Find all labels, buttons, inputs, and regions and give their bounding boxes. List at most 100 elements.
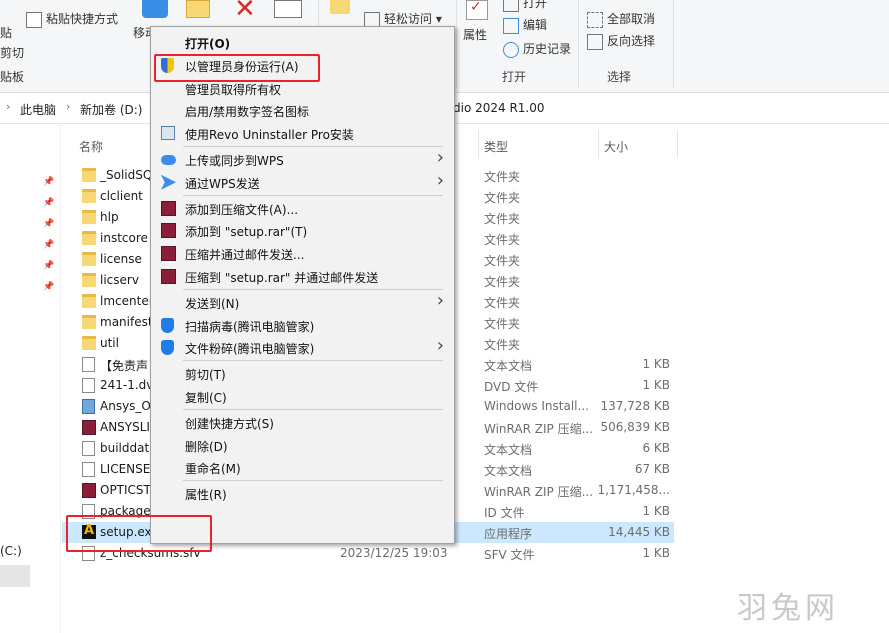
- paste-shortcut-button[interactable]: 粘贴快捷方式: [26, 10, 118, 28]
- menu-item[interactable]: 使用Revo Uninstaller Pro安装: [151, 122, 454, 144]
- menu-item[interactable]: 创建快捷方式(S): [151, 411, 454, 433]
- winrar-icon: [82, 483, 96, 498]
- folder-icon: [82, 231, 96, 245]
- menu-item-label: 打开(O): [185, 37, 231, 51]
- cut-button-partial[interactable]: 剪切: [0, 44, 24, 61]
- file-name: LICENSE: [100, 462, 151, 476]
- menu-item[interactable]: 文件粉碎(腾讯电脑管家) ›: [151, 335, 454, 358]
- menu-item[interactable]: 复制(C): [151, 385, 454, 407]
- menu-item[interactable]: 压缩到 "setup.rar" 并通过邮件发送: [151, 265, 454, 287]
- column-header-size[interactable]: 大小: [604, 138, 628, 155]
- history-button[interactable]: 历史记录: [503, 40, 571, 58]
- invert-selection-icon: [587, 33, 603, 50]
- pin-icon: 📌: [43, 282, 55, 292]
- pin-icon: 📌: [43, 240, 55, 250]
- menu-item[interactable]: 发送到(N) ›: [151, 290, 454, 313]
- menu-item[interactable]: 属性(R): [151, 482, 454, 504]
- menu-item[interactable]: 添加到压缩文件(A)...: [151, 197, 454, 219]
- menu-item[interactable]: 通过WPS发送 ›: [151, 170, 454, 193]
- file-name: manifest: [100, 315, 153, 329]
- menu-separator: [183, 288, 443, 290]
- easy-access-button[interactable]: 轻松访问 ▾: [364, 10, 442, 28]
- file-type: DVD 文件: [484, 380, 539, 394]
- menu-item-label: 添加到 "setup.rar"(T): [185, 225, 308, 240]
- file-name: util: [100, 336, 119, 350]
- menu-item[interactable]: 上传或同步到WPS ›: [151, 147, 454, 170]
- rename-icon[interactable]: [274, 0, 302, 18]
- menu-item[interactable]: 压缩并通过邮件发送...: [151, 242, 454, 264]
- file-date: 2023/12/25 19:03: [340, 546, 448, 560]
- open-icon: [503, 0, 519, 12]
- file-name: license: [100, 252, 142, 266]
- menu-item-label: 添加到压缩文件(A)...: [185, 202, 299, 217]
- file-name: hlp: [100, 210, 119, 224]
- file-size: 506,839 KB: [600, 420, 670, 434]
- open-button[interactable]: 打开: [503, 0, 547, 12]
- menu-item[interactable]: 剪切(T): [151, 362, 454, 384]
- menu-item-label: 创建快捷方式(S): [185, 416, 274, 431]
- menu-item-label: 删除(D): [185, 439, 228, 454]
- pin-icon: 📌: [43, 261, 55, 271]
- file-size: 137,728 KB: [600, 399, 670, 413]
- winrar-icon: [161, 246, 176, 262]
- text-file-icon: [82, 357, 95, 372]
- menu-item-label: 通过WPS发送: [185, 176, 260, 191]
- invert-selection-button[interactable]: 反向选择: [587, 32, 655, 50]
- file-type: 文件夹: [484, 317, 521, 331]
- edit-button[interactable]: 编辑: [503, 16, 547, 34]
- tencent-shield-icon: [161, 317, 174, 333]
- column-header-name[interactable]: 名称: [79, 138, 103, 155]
- folder-icon: [82, 294, 96, 308]
- menu-item[interactable]: 重命名(M): [151, 456, 454, 478]
- menu-item[interactable]: 扫描病毒(腾讯电脑管家): [151, 314, 454, 336]
- menu-separator: [183, 194, 443, 196]
- menu-item[interactable]: 启用/禁用数字签名图标: [151, 99, 454, 121]
- file-type: WinRAR ZIP 压缩...: [484, 422, 594, 436]
- file-name: _SolidSQ: [100, 168, 153, 182]
- menu-item[interactable]: 添加到 "setup.rar"(T): [151, 219, 454, 241]
- paste-button-partial[interactable]: 贴: [0, 24, 12, 41]
- file-size: 1 KB: [642, 357, 670, 371]
- menu-item-label: 管理员取得所有权: [185, 82, 282, 97]
- file-type: ID 文件: [484, 506, 525, 520]
- menu-item-label: 扫描病毒(腾讯电脑管家): [185, 319, 315, 334]
- highlight-run-as-admin: [154, 54, 320, 82]
- move-to-icon: [142, 0, 168, 18]
- column-header-type[interactable]: 类型: [484, 138, 508, 155]
- file-size: 1,171,458...: [597, 483, 670, 497]
- file-type: WinRAR ZIP 压缩...: [484, 485, 594, 499]
- folder-icon: [82, 252, 96, 266]
- pin-icon: 📌: [43, 177, 55, 187]
- menu-item[interactable]: 删除(D): [151, 434, 454, 456]
- paste-shortcut-icon: [26, 11, 42, 28]
- context-menu: 打开(O) 以管理员身份运行(A) 管理员取得所有权 启用/禁用数字签名图标 使用Rev…: [150, 26, 455, 544]
- breadcrumb-current-folder[interactable]: dio 2024 R1.00: [453, 101, 545, 115]
- breadcrumb-drive-d[interactable]: 新加卷 (D:): [80, 101, 142, 118]
- menu-separator: [183, 360, 443, 362]
- text-file-icon: [82, 378, 95, 393]
- breadcrumb-this-pc[interactable]: 此电脑: [20, 101, 56, 118]
- revo-icon: [161, 126, 175, 141]
- file-size: 1 KB: [642, 504, 670, 518]
- properties-button[interactable]: 属性: [463, 26, 487, 43]
- clipboard-group-label: 贴板: [0, 70, 25, 84]
- menu-item-label: 压缩并通过邮件发送...: [185, 248, 305, 263]
- pin-icon: 📌: [43, 219, 55, 229]
- open-group-label: 打开: [502, 70, 527, 84]
- new-folder-icon[interactable]: [330, 0, 350, 14]
- select-none-button[interactable]: 全部取消: [587, 10, 655, 28]
- menu-item[interactable]: 打开(O): [151, 31, 454, 53]
- chevron-right-icon: ›: [6, 100, 11, 113]
- file-name: ANSYSLI: [100, 420, 150, 434]
- file-type: 文件夹: [484, 296, 521, 310]
- menu-item-label: 复制(C): [185, 391, 227, 405]
- delete-icon[interactable]: ✕: [234, 0, 256, 22]
- winrar-icon: [161, 200, 176, 216]
- file-type: 文本文档: [484, 359, 533, 373]
- nav-selected-item[interactable]: [0, 565, 30, 587]
- text-file-icon: [82, 441, 95, 456]
- file-type: 文件夹: [484, 170, 521, 184]
- copy-to-icon[interactable]: [186, 0, 210, 18]
- nav-drive-c[interactable]: (C:): [0, 544, 22, 558]
- file-type: 应用程序: [484, 527, 533, 541]
